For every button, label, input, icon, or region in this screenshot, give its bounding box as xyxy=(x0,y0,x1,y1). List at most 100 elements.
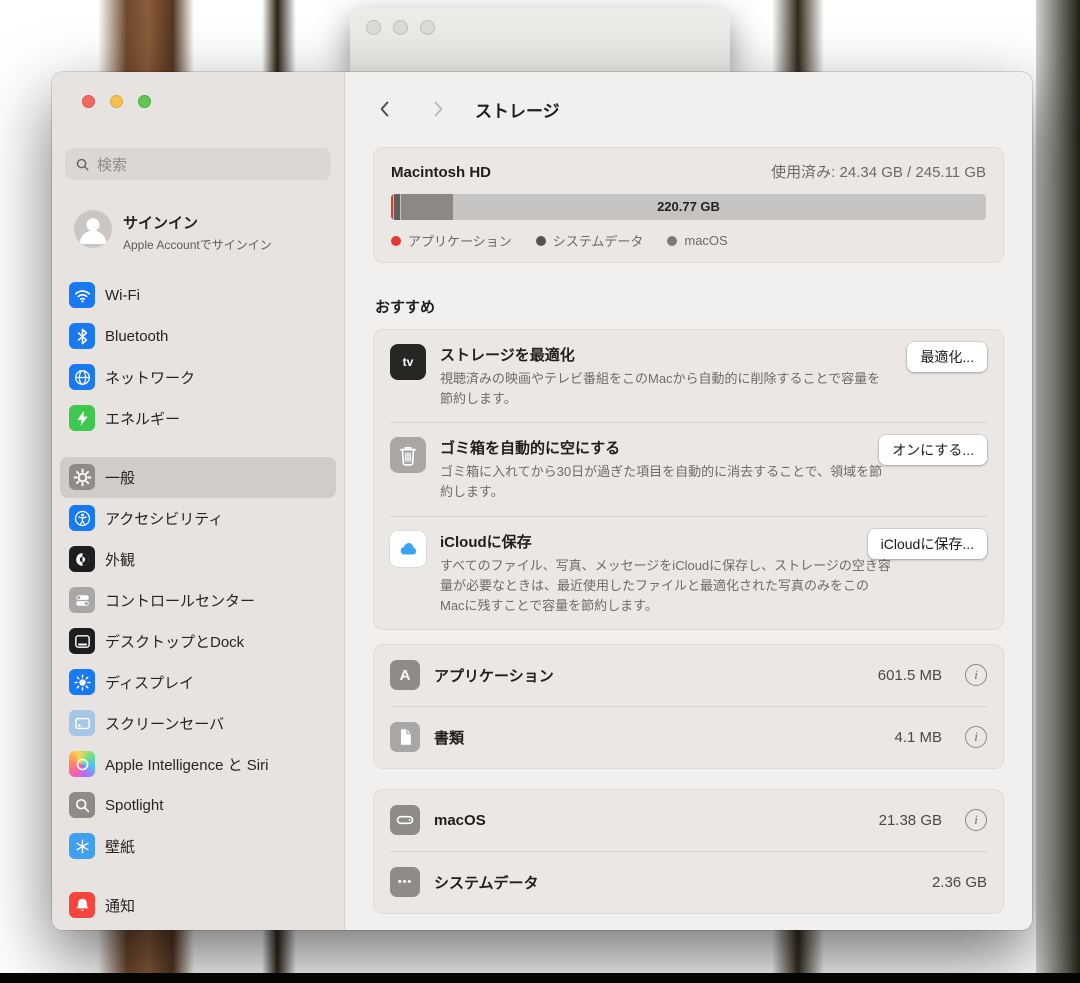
recommendations-heading: おすすめ xyxy=(375,296,1004,317)
traffic-lights xyxy=(52,72,344,108)
wifi-icon xyxy=(69,282,95,308)
legend-item-applications: アプリケーション xyxy=(391,231,512,250)
usage-row-system-data[interactable]: ••• システムデータ 2.36 GB xyxy=(390,851,987,913)
recommendation-description: すべてのファイル、写真、メッセージをiCloudに保存し、ストレージの空き容量が… xyxy=(440,556,892,616)
sidebar-list: Wi-Fi Bluetooth ネットワーク エネルギー xyxy=(52,275,344,926)
zoom-button[interactable] xyxy=(138,95,151,108)
page-title: ストレージ xyxy=(475,97,560,122)
store-in-icloud-button[interactable]: iCloudに保存... xyxy=(868,529,987,559)
usage-size: 601.5 MB xyxy=(878,667,942,684)
internal-drive-icon xyxy=(390,805,420,835)
storage-legend: アプリケーション システムデータ macOS xyxy=(391,231,986,250)
bluetooth-icon xyxy=(69,323,95,349)
wallpaper-flower-icon xyxy=(69,833,95,859)
bell-icon xyxy=(69,892,95,918)
usage-size: 4.1 MB xyxy=(894,729,942,746)
signin-subtitle: Apple Accountでサインイン xyxy=(123,236,295,255)
screensaver-icon xyxy=(69,710,95,736)
sidebar-item-wallpaper[interactable]: 壁紙 xyxy=(60,826,336,867)
system-settings-window: 検索 サインイン Apple Accountでサインイン Wi-Fi xyxy=(52,72,1032,930)
storage-usage-bar[interactable]: 220.77 GB xyxy=(391,194,986,220)
storage-pane: ストレージ Macintosh HD 使用済み: 24.34 GB / 245.… xyxy=(345,72,1032,930)
signin-title: サインイン xyxy=(123,210,295,233)
sidebar-item-general[interactable]: 一般 xyxy=(60,457,336,498)
recommendation-description: ゴミ箱に入れてから30日が過ぎた項目を自動的に消去することで、領域を節約します。 xyxy=(440,462,892,502)
document-icon xyxy=(390,722,420,752)
used-capacity-label: 使用済み: 24.34 GB / 245.11 GB xyxy=(771,161,986,182)
appearance-icon xyxy=(69,546,95,572)
usage-row-macos[interactable]: macOS 21.38 GB i xyxy=(390,790,987,851)
spotlight-icon xyxy=(69,792,95,818)
info-button[interactable]: i xyxy=(965,726,987,748)
recommendation-title: iCloudに保存 xyxy=(440,531,892,552)
chevron-right-icon xyxy=(431,100,446,118)
usage-size: 21.38 GB xyxy=(879,812,942,829)
legend-item-macos: macOS xyxy=(667,231,727,250)
sidebar-item-energy[interactable]: エネルギー xyxy=(60,398,336,439)
globe-icon xyxy=(69,364,95,390)
recommendation-title: ストレージを最適化 xyxy=(440,344,892,365)
free-space-label: 220.77 GB xyxy=(391,194,986,220)
sidebar-item-notifications[interactable]: 通知 xyxy=(60,885,336,926)
navigation-bar: ストレージ xyxy=(373,72,1004,124)
control-center-icon xyxy=(69,587,95,613)
legend-dot xyxy=(667,236,677,246)
forward-button[interactable] xyxy=(427,98,449,120)
ellipsis-icon: ••• xyxy=(390,867,420,897)
search-input[interactable]: 検索 xyxy=(65,148,331,180)
sidebar-item-control-center[interactable]: コントロールセンター xyxy=(60,580,336,621)
sidebar-item-accessibility[interactable]: アクセシビリティ xyxy=(60,498,336,539)
optimize-button[interactable]: 最適化... xyxy=(907,342,987,372)
sidebar-item-appearance[interactable]: 外観 xyxy=(60,539,336,580)
info-button[interactable]: i xyxy=(965,664,987,686)
sidebar-item-wifi[interactable]: Wi-Fi xyxy=(60,275,336,316)
usage-size: 2.36 GB xyxy=(932,874,987,891)
sidebar-item-desktop-dock[interactable]: デスクトップとDock xyxy=(60,621,336,662)
background-window[interactable] xyxy=(350,8,730,74)
legend-dot xyxy=(391,236,401,246)
sidebar-item-signin[interactable]: サインイン Apple Accountでサインイン xyxy=(65,210,331,255)
usage-card-apps-documents: A アプリケーション 601.5 MB i 書類 4.1 MB i xyxy=(373,644,1004,769)
accessibility-icon xyxy=(69,505,95,531)
recommendation-description: 視聴済みの映画やテレビ番組をこのMacから自動的に削除することで容量を節約します… xyxy=(440,369,892,409)
volume-name: Macintosh HD xyxy=(391,164,491,181)
wallpaper-shadow xyxy=(0,973,1080,983)
sidebar-item-screensaver[interactable]: スクリーンセーバ xyxy=(60,703,336,744)
gear-icon xyxy=(69,464,95,490)
back-button[interactable] xyxy=(373,98,395,120)
legend-item-system-data: システムデータ xyxy=(536,231,644,250)
usage-row-applications[interactable]: A アプリケーション 601.5 MB i xyxy=(390,645,987,706)
applications-icon: A xyxy=(390,660,420,690)
sidebar-item-bluetooth[interactable]: Bluetooth xyxy=(60,316,336,357)
sidebar-item-apple-intelligence-siri[interactable]: Apple Intelligence と Siri xyxy=(60,744,336,785)
siri-icon xyxy=(69,751,95,777)
bolt-icon xyxy=(69,405,95,431)
storage-overview-card: Macintosh HD 使用済み: 24.34 GB / 245.11 GB … xyxy=(373,147,1004,263)
search-icon xyxy=(75,157,90,172)
recommendation-store-in-icloud: iCloudに保存 すべてのファイル、写真、メッセージをiCloudに保存し、ス… xyxy=(390,516,987,629)
appletv-icon: tv xyxy=(390,344,426,380)
close-button[interactable] xyxy=(82,95,95,108)
usage-card-system: macOS 21.38 GB i ••• システムデータ 2.36 GB xyxy=(373,789,1004,914)
sidebar-item-display[interactable]: ディスプレイ xyxy=(60,662,336,703)
desktop-dock-icon xyxy=(69,628,95,654)
usage-row-documents[interactable]: 書類 4.1 MB i xyxy=(390,706,987,768)
legend-dot xyxy=(536,236,546,246)
inactive-minimize-button[interactable] xyxy=(393,20,408,35)
icloud-icon xyxy=(390,531,426,567)
recommendation-empty-trash: ゴミ箱を自動的に空にする ゴミ箱に入れてから30日が過ぎた項目を自動的に消去する… xyxy=(390,422,987,515)
inactive-zoom-button[interactable] xyxy=(420,20,435,35)
inactive-close-button[interactable] xyxy=(366,20,381,35)
recommendation-title: ゴミ箱を自動的に空にする xyxy=(440,437,892,458)
turn-on-button[interactable]: オンにする... xyxy=(879,435,987,465)
sidebar: 検索 サインイン Apple Accountでサインイン Wi-Fi xyxy=(52,72,345,930)
trash-icon xyxy=(390,437,426,473)
avatar xyxy=(74,210,112,248)
minimize-button[interactable] xyxy=(110,95,123,108)
tree-trunk xyxy=(1036,0,1080,983)
info-button[interactable]: i xyxy=(965,809,987,831)
sidebar-item-spotlight[interactable]: Spotlight xyxy=(60,785,336,826)
sun-icon xyxy=(69,669,95,695)
sidebar-item-network[interactable]: ネットワーク xyxy=(60,357,336,398)
recommendation-optimize-storage: tv ストレージを最適化 視聴済みの映画やテレビ番組をこのMacから自動的に削除… xyxy=(390,330,987,422)
